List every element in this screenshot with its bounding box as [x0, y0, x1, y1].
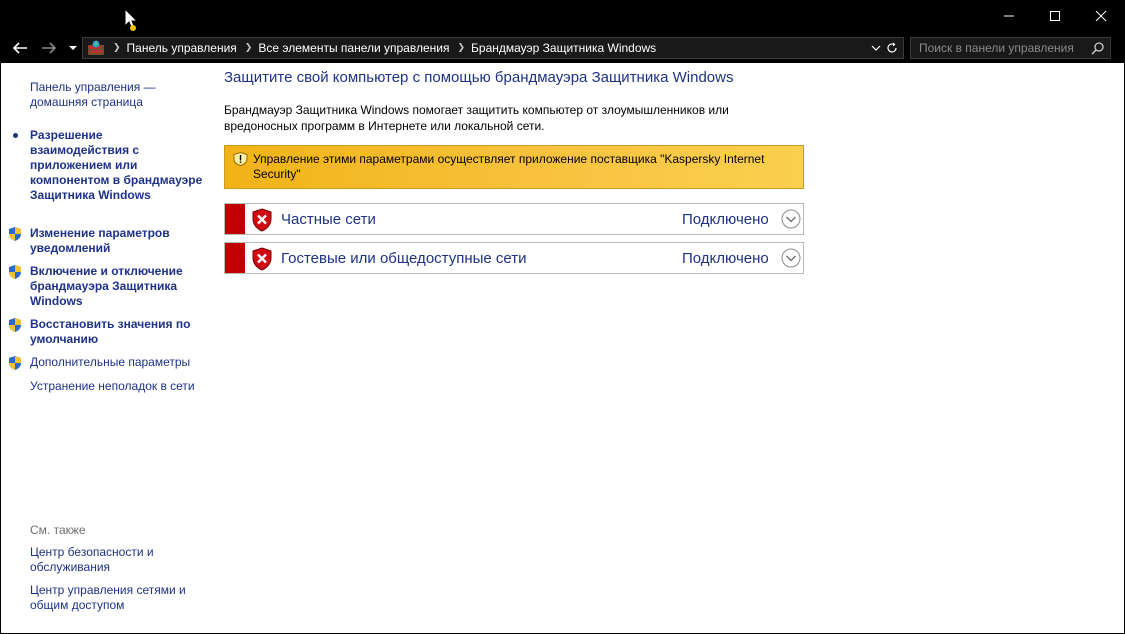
- current-item-bullet-icon: [13, 133, 18, 138]
- expand-chevron-icon[interactable]: [781, 209, 801, 229]
- uac-shield-icon: [9, 318, 21, 332]
- address-field[interactable]: ❯ Панель управления ❯ Все элементы панел…: [82, 37, 904, 59]
- title-bar: [0, 0, 1125, 33]
- network-name: Гостевые или общедоступные сети: [281, 250, 527, 267]
- vendor-warning-banner: Управление этими параметрами осуществляе…: [224, 145, 804, 189]
- refresh-button[interactable]: [883, 40, 901, 56]
- breadcrumb-separator-icon: ❯: [113, 43, 121, 53]
- warning-shield-icon: [233, 152, 248, 166]
- chevron-down-icon: [69, 46, 77, 50]
- sidebar-item-advanced-settings[interactable]: Дополнительные параметры: [30, 355, 205, 370]
- expand-chevron-icon[interactable]: [781, 248, 801, 268]
- breadcrumb-control-panel[interactable]: Панель управления: [127, 41, 237, 55]
- firewall-off-shield-icon: [252, 247, 272, 271]
- breadcrumb-all-items[interactable]: Все элементы панели управления: [258, 41, 449, 55]
- uac-shield-icon: [9, 227, 21, 241]
- see-also-network-center[interactable]: Центр управления сетями и общим доступом: [30, 583, 205, 613]
- breadcrumb-firewall[interactable]: Брандмауэр Защитника Windows: [471, 41, 656, 55]
- close-icon: [1095, 10, 1107, 21]
- sidebar-item-notifications[interactable]: Изменение параметров уведомлений: [30, 226, 205, 256]
- uac-shield-icon: [9, 265, 21, 279]
- mouse-cursor-icon: [124, 8, 139, 31]
- breadcrumb-separator-icon: ❯: [457, 43, 466, 53]
- sidebar-item-troubleshoot[interactable]: Устранение неполадок в сети: [30, 379, 205, 394]
- address-history-button[interactable]: [869, 41, 883, 55]
- sidebar-home-link[interactable]: Панель управления — домашняя страница: [30, 80, 205, 110]
- content-area: Панель управления — домашняя страница Ра…: [1, 63, 1124, 633]
- forward-button[interactable]: [39, 39, 59, 57]
- sidebar-item-restore-defaults[interactable]: Восстановить значения по умолчанию: [30, 317, 205, 347]
- sidebar: Панель управления — домашняя страница Ра…: [1, 63, 211, 633]
- network-profile-public[interactable]: Гостевые или общедоступные сети Подключе…: [224, 242, 804, 274]
- network-profile-private[interactable]: Частные сети Подключено: [224, 203, 804, 235]
- chevron-down-icon: [871, 45, 881, 51]
- maximize-button[interactable]: [1032, 0, 1078, 31]
- breadcrumb-separator-icon: ❯: [244, 43, 253, 53]
- search-icon[interactable]: [1091, 41, 1105, 55]
- network-status: Подключено: [682, 211, 769, 228]
- page-description: Брандмауэр Защитника Windows помогает за…: [224, 103, 729, 133]
- minimize-icon: [1004, 15, 1014, 16]
- see-also-security-center[interactable]: Центр безопасности и обслуживания: [30, 545, 205, 575]
- recent-locations-button[interactable]: [66, 39, 80, 57]
- arrow-left-icon: [12, 42, 27, 54]
- sidebar-item-toggle-firewall[interactable]: Включение и отключение брандмауэра Защит…: [30, 264, 205, 309]
- network-status: Подключено: [682, 250, 769, 267]
- arrow-right-icon: [42, 42, 57, 54]
- search-input[interactable]: [911, 38, 1086, 58]
- refresh-icon: [887, 42, 897, 53]
- close-button[interactable]: [1078, 0, 1124, 31]
- sidebar-item-allow-app[interactable]: Разрешение взаимодействия с приложением …: [30, 128, 205, 203]
- firewall-off-shield-icon: [252, 208, 272, 232]
- page-title: Защитите свой компьютер с помощью брандм…: [224, 69, 734, 86]
- control-panel-icon: [88, 40, 104, 55]
- navigation-bar: ❯ Панель управления ❯ Все элементы панел…: [0, 33, 1125, 63]
- see-also-heading: См. также: [30, 523, 86, 537]
- network-name: Частные сети: [281, 211, 376, 228]
- search-box[interactable]: [910, 37, 1111, 59]
- uac-shield-icon: [9, 356, 21, 370]
- network-status-bar: [225, 204, 245, 234]
- network-status-bar: [225, 243, 245, 273]
- maximize-icon: [1050, 10, 1060, 21]
- minimize-button[interactable]: [986, 0, 1032, 31]
- back-button[interactable]: [10, 39, 30, 57]
- warning-text: Управление этими параметрами осуществляе…: [253, 152, 765, 181]
